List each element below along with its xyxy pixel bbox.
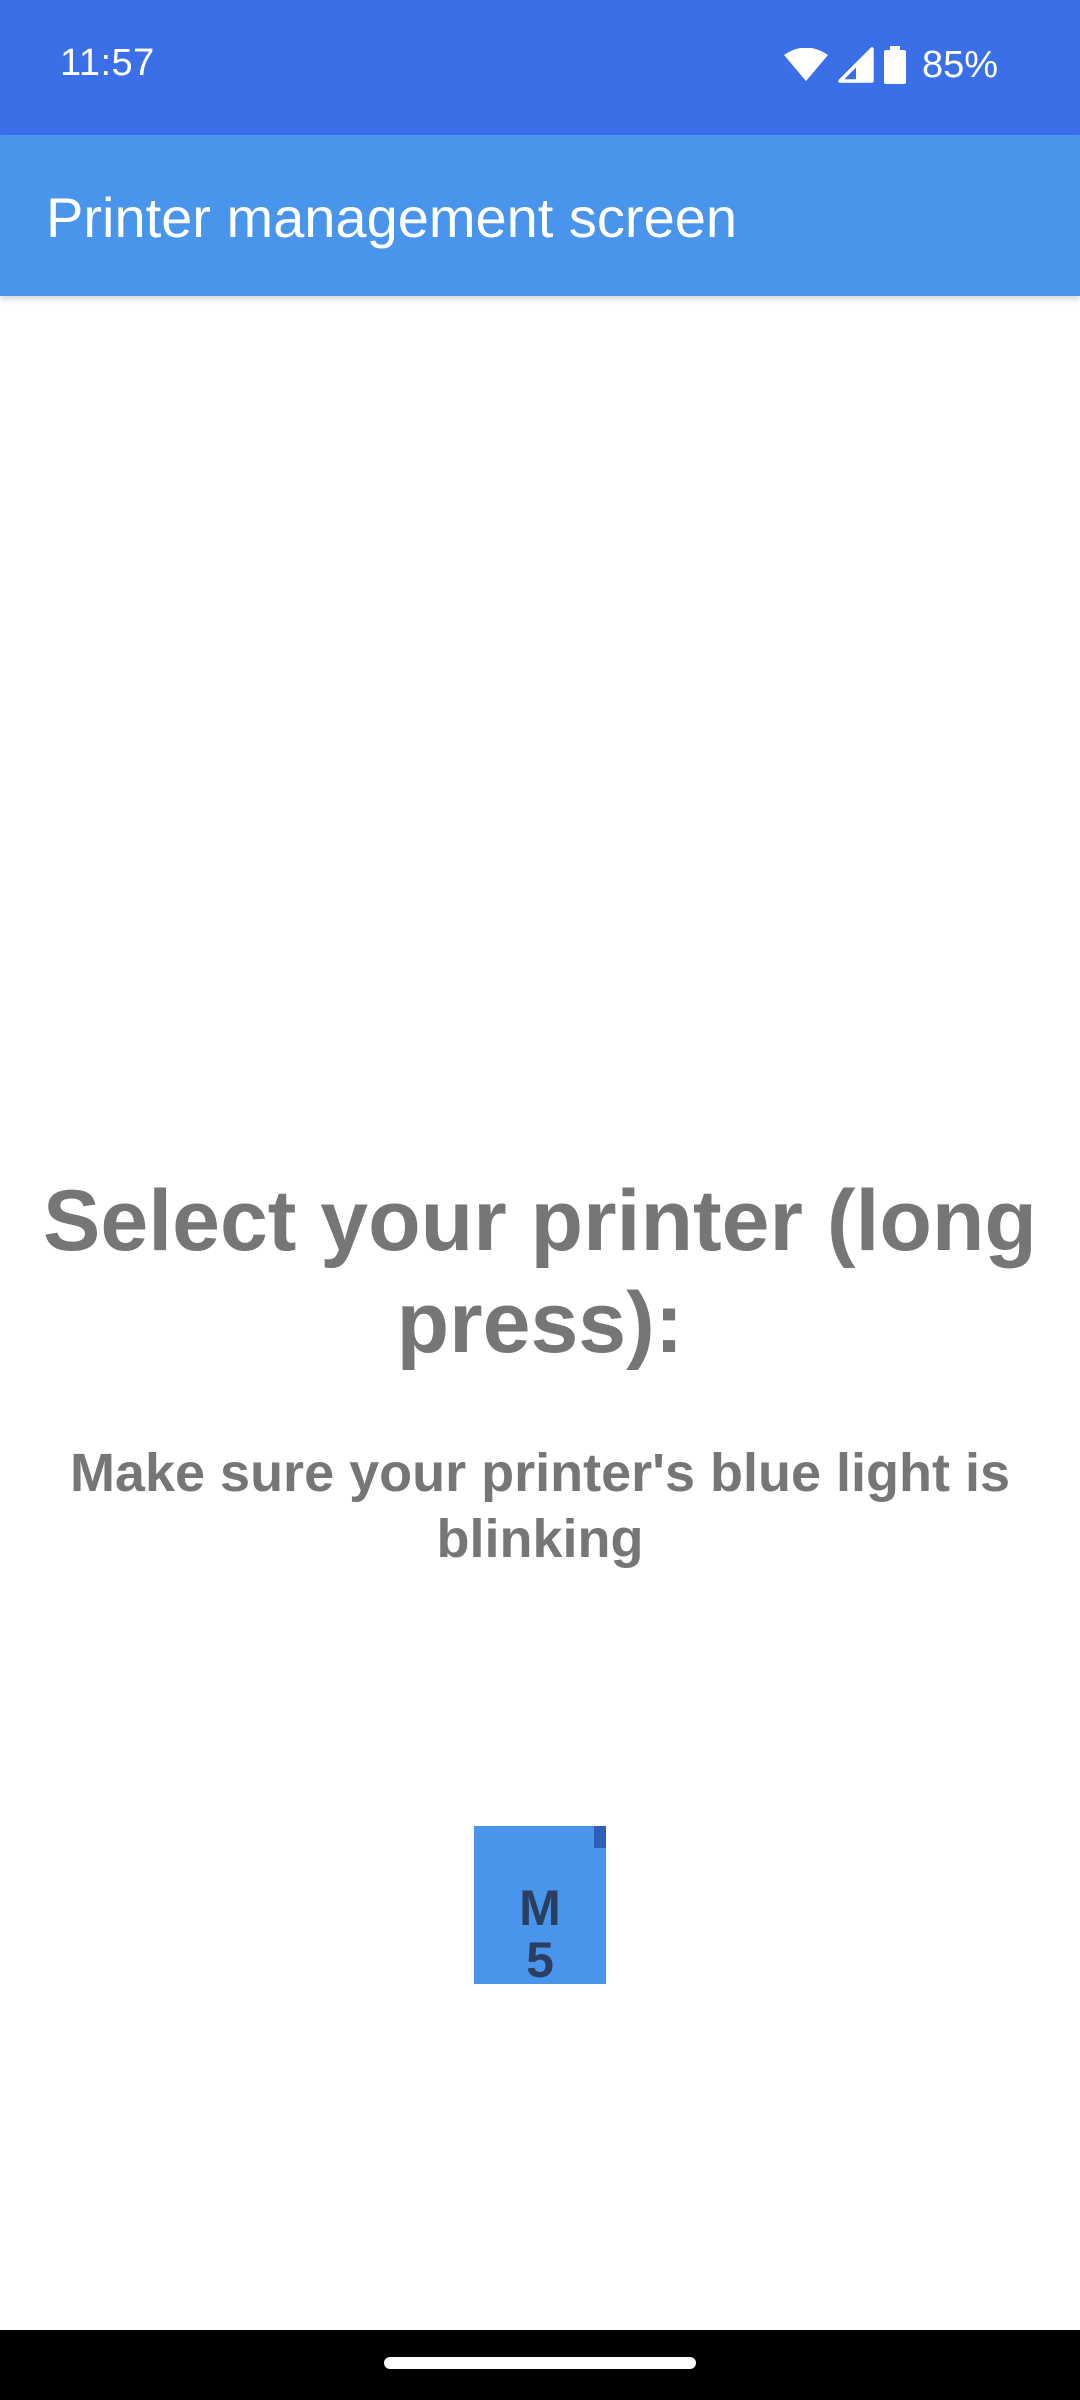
blue-light-instruction: Make sure your printer's blue light is b…: [69, 1443, 1011, 1569]
status-time: 11:57: [60, 42, 155, 84]
status-bar: 11:57 85%: [0, 0, 1080, 135]
status-icons: 85%: [783, 40, 998, 90]
select-printer-heading: Select your printer (long press):: [43, 1173, 1037, 1371]
app-bar: Printer management screen: [0, 135, 1080, 296]
page-title: Printer management screen: [46, 186, 738, 249]
printer-status-indicator: [594, 1826, 606, 1848]
home-gesture-handle[interactable]: [384, 2357, 696, 2369]
screen: 11:57 85% Printer management screen Sele…: [0, 0, 1080, 2400]
cellular-signal-icon: [838, 47, 874, 83]
wifi-icon: [783, 48, 828, 82]
printer-item-m5[interactable]: M5: [474, 1826, 606, 1984]
battery-icon: [883, 46, 906, 84]
battery-percent: 85%: [921, 43, 998, 86]
printer-label: M5: [519, 1880, 561, 1984]
